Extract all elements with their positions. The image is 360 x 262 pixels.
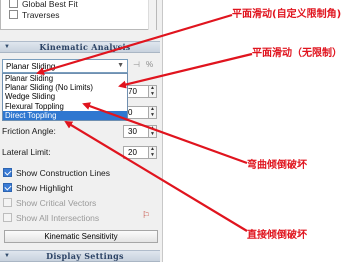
spinner-value: 20 xyxy=(128,148,137,157)
value-1-spinner[interactable]: 70 ▲ ▼ xyxy=(123,85,157,98)
dropdown-option-direct-toppling[interactable]: Direct Toppling xyxy=(3,110,127,120)
value-2-spinner[interactable]: 0 ▲ ▼ xyxy=(123,106,157,119)
checkbox[interactable] xyxy=(3,183,12,192)
down-arrow-icon[interactable]: ▼ xyxy=(149,131,156,138)
kinematic-sensitivity-button[interactable]: Kinematic Sensitivity xyxy=(4,230,158,243)
annotation-planar-sliding-no-limits: 平面滑动（无限制） xyxy=(252,48,342,59)
highlight-tool-icon[interactable]: ⚐ xyxy=(142,210,150,221)
settings-panel: Global Best Fit Traverses ▼ Kinematic An… xyxy=(0,0,163,262)
annotation-planar-sliding-custom: 平面滑动(自定义限制角) xyxy=(232,9,342,20)
checkbox[interactable] xyxy=(3,168,12,177)
tree-checkbox[interactable] xyxy=(9,0,18,8)
tree-item-label: Traverses xyxy=(22,9,60,20)
annotation-direct-toppling: 直接倾倒破坏 xyxy=(247,230,307,241)
dropdown-option-flexural-toppling[interactable]: Flexural Toppling xyxy=(3,102,127,111)
show-highlight-option[interactable]: Show Highlight xyxy=(3,182,73,193)
kinematic-analysis-header[interactable]: ▼ Kinematic Analysis xyxy=(0,41,160,53)
checkbox[interactable] xyxy=(3,198,12,207)
show-all-intersections-option[interactable]: Show All Intersections xyxy=(3,212,99,223)
checkbox[interactable] xyxy=(3,213,12,222)
tree-scrollbar[interactable] xyxy=(148,0,156,30)
analysis-mode-dropdown[interactable]: Planar Sliding Planar Sliding (No Limits… xyxy=(2,73,128,121)
friction-angle-label: Friction Angle: xyxy=(2,126,56,136)
checkbox-label: Show Critical Vectors xyxy=(16,197,97,208)
dropdown-option-planar-sliding-no-limits[interactable]: Planar Sliding (No Limits) xyxy=(3,83,127,92)
display-settings-header[interactable]: ▼ Display Settings xyxy=(0,250,160,262)
down-arrow-icon[interactable]: ▼ xyxy=(149,152,156,159)
chevron-down-icon[interactable]: ▼ xyxy=(117,62,124,69)
lateral-limit-label: Lateral Limit: xyxy=(2,147,51,157)
analysis-mode-select[interactable]: Planar Sliding ▼ xyxy=(2,59,128,73)
show-construction-lines-option[interactable]: Show Construction Lines xyxy=(3,167,110,178)
show-critical-vectors-option[interactable]: Show Critical Vectors xyxy=(3,197,96,208)
spinner-value: 30 xyxy=(128,127,137,136)
down-arrow-icon[interactable]: ▼ xyxy=(149,112,156,119)
percent-tool-icon[interactable]: % xyxy=(146,60,153,69)
dropdown-option-wedge-sliding[interactable]: Wedge Sliding xyxy=(3,92,127,101)
lateral-limit-spinner[interactable]: 20 ▲ ▼ xyxy=(123,146,157,159)
analysis-mode-value: Planar Sliding xyxy=(6,61,56,71)
tree-item-label: Global Best Fit xyxy=(22,0,78,9)
spinner-value: 70 xyxy=(128,87,137,96)
section-title: Display Settings xyxy=(46,251,124,261)
spinner-value: 0 xyxy=(128,108,133,117)
section-title: Kinematic Analysis xyxy=(39,42,131,52)
checkbox-label: Show Construction Lines xyxy=(16,167,111,178)
tree-item-global-best-fit[interactable]: Global Best Fit xyxy=(9,0,78,9)
pin-tool-icon[interactable]: ⊣ xyxy=(133,60,140,69)
tree-checkbox[interactable] xyxy=(9,10,18,19)
friction-angle-spinner[interactable]: 30 ▲ ▼ xyxy=(123,125,157,138)
tree-item-traverses[interactable]: Traverses xyxy=(9,9,59,20)
annotation-flexural-toppling: 弯曲倾倒破坏 xyxy=(247,160,307,171)
down-arrow-icon[interactable]: ▼ xyxy=(149,91,156,98)
checkbox-label: Show Highlight xyxy=(16,182,73,193)
tree-view: Global Best Fit Traverses xyxy=(0,0,157,30)
dropdown-option-planar-sliding[interactable]: Planar Sliding xyxy=(3,74,127,83)
checkbox-label: Show All Intersections xyxy=(16,212,100,223)
